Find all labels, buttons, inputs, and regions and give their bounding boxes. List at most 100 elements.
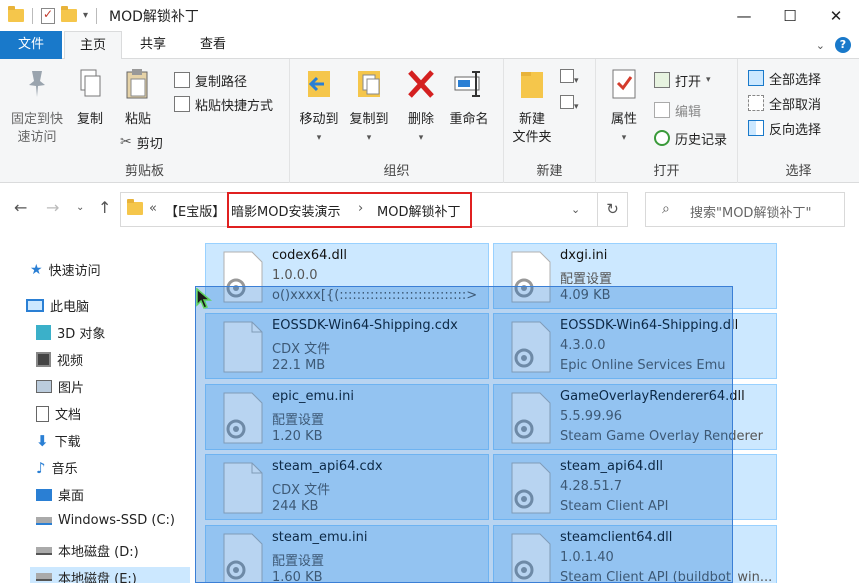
nav-item-quick-access[interactable]: ★ 快速访问 [30,260,101,280]
open-group-label: 打开 [653,164,680,179]
minimize-button[interactable]: — [721,0,767,31]
easy-access-dropdown-icon: ▾ [574,102,579,112]
nav-label: 本地磁盘 (E:) [58,571,137,583]
organize-group-label: 组织 [383,164,410,179]
open-dropdown-icon: ▾ [706,75,711,85]
address-folder-icon [127,199,143,215]
invert-selection-button[interactable]: 反向选择 [748,117,821,139]
customize-toolbar-icon[interactable]: ▾ [83,10,88,21]
tab-share[interactable]: 共享 [124,31,182,59]
copy-label: 复制 [76,112,103,127]
paste-icon [126,69,148,99]
collapse-ribbon-icon[interactable]: ⌄ [816,39,825,52]
ribbon: 固定到快 速访问 复制 粘贴 复制路径 粘贴快捷方式 ✂ 剪切 剪贴板 移动到 [0,59,859,183]
invert-selection-label: 反向选择 [769,122,822,138]
tab-view[interactable]: 查看 [184,31,242,59]
refresh-icon[interactable]: ↻ [598,192,628,227]
select-all-button[interactable]: 全部选择 [748,67,821,89]
delete-dropdown-icon: ▾ [418,133,424,143]
cube-icon [36,325,51,340]
ribbon-tabs: 文件 主页 共享 查看 ⌄ ? [0,31,859,60]
move-to-button[interactable]: 移动到 ▾ [296,67,342,147]
address-dropdown-icon[interactable]: ⌄ [571,203,580,216]
nav-label: 3D 对象 [57,327,106,342]
pin-icon [29,71,45,97]
nav-item-drive-d[interactable]: 本地磁盘 (D:) [36,541,139,560]
document-icon [36,405,49,422]
divider [96,7,98,24]
new-group: 新建 文件夹 ▾ ▾ 新建 [504,59,596,183]
film-icon [36,352,51,367]
tab-home[interactable]: 主页 [64,31,122,60]
open-label: 打开 [675,74,702,90]
select-none-button[interactable]: 全部取消 [748,92,821,114]
nav-item-documents[interactable]: 文档 [36,404,81,423]
breadcrumb-item-e-edition[interactable]: 【E宝版】 [165,201,225,220]
paste-shortcut-button[interactable]: 粘贴快捷方式 [174,93,273,115]
properties-icon [612,69,636,99]
nav-item-videos[interactable]: 视频 [36,350,83,369]
properties-label: 属性 [610,112,637,127]
nav-item-downloads[interactable]: ⬇ 下载 [36,431,81,451]
nav-item-drive-e[interactable]: 本地磁盘 (E:) [30,567,190,583]
rename-button[interactable]: 重命名 [446,67,492,129]
search-input[interactable]: ⌕ 搜索"MOD解锁补丁" [645,192,845,227]
maximize-button[interactable]: ☐ [767,0,813,31]
nav-label: 视频 [57,354,84,369]
nav-label: 音乐 [51,462,78,477]
highlight-box [227,192,472,228]
forward-arrow-icon[interactable]: → [46,198,59,217]
invert-selection-icon [748,120,764,136]
quick-access-toolbar: ▾ [0,6,99,24]
nav-label: 下载 [54,435,81,450]
copy-path-label: 复制路径 [195,74,248,90]
tab-file[interactable]: 文件 [0,31,62,59]
nav-item-drive-c[interactable]: Windows-SSD (C:) [36,513,175,528]
move-to-icon [308,71,330,97]
up-arrow-icon[interactable]: ↑ [98,198,111,217]
select-group: 全部选择 全部取消 反向选择 选择 [738,59,859,183]
copy-path-button[interactable]: 复制路径 [174,69,247,91]
close-button[interactable]: ✕ [813,0,859,31]
copy-button[interactable]: 复制 [72,67,108,129]
move-to-dropdown-icon: ▾ [316,133,322,143]
select-none-label: 全部取消 [769,97,822,113]
select-all-icon [748,70,764,86]
delete-button[interactable]: 删除 ▾ [404,67,438,147]
easy-access-button[interactable]: ▾ [560,95,579,112]
computer-icon [26,299,44,312]
properties-quick-icon[interactable] [41,7,55,24]
window-title: MOD解锁补丁 [109,8,199,25]
open-icon [654,72,670,88]
rename-icon [454,71,480,97]
new-folder-button[interactable]: 新建 文件夹 [508,67,556,147]
open-group: 属性 ▾ 打开 ▾ 编辑 历史记录 打开 [596,59,738,183]
paste-button[interactable]: 粘贴 [118,67,158,129]
recent-locations-icon[interactable]: ⌄ [76,202,84,213]
nav-item-3d-objects[interactable]: 3D 对象 [36,323,105,342]
back-arrow-icon[interactable]: ← [14,198,27,217]
paste-label: 粘贴 [124,112,151,127]
nav-item-music[interactable]: ♪ 音乐 [36,458,78,478]
copy-icon [80,69,101,97]
open-button[interactable]: 打开 ▾ [654,69,711,91]
help-icon[interactable]: ? [835,37,851,53]
copy-to-dropdown-icon: ▾ [366,133,372,143]
nav-item-this-pc[interactable]: 此电脑 [26,296,89,315]
edit-icon [654,102,670,118]
new-group-label: 新建 [536,164,563,179]
nav-item-desktop[interactable]: 桌面 [36,485,84,504]
cut-button[interactable]: ✂ 剪切 [120,131,163,153]
select-all-label: 全部选择 [769,72,822,88]
history-button[interactable]: 历史记录 [654,127,727,149]
navigation-pane: ★ 快速访问 此电脑 3D 对象 视频 图片 文档 ⬇ 下载 ♪ 音乐 桌面 W… [0,235,200,583]
new-folder-quick-icon[interactable] [61,6,77,22]
copy-to-button[interactable]: 复制到 ▾ [346,67,392,147]
file-name: dxgi.ini [560,248,608,263]
pin-to-quick-access-button[interactable]: 固定到快 速访问 [6,67,68,147]
paste-shortcut-icon [174,96,190,112]
new-item-button[interactable]: ▾ [560,69,579,86]
breadcrumb-overflow[interactable]: « [149,201,157,216]
nav-item-pictures[interactable]: 图片 [36,377,84,396]
properties-button[interactable]: 属性 ▾ [604,67,644,147]
